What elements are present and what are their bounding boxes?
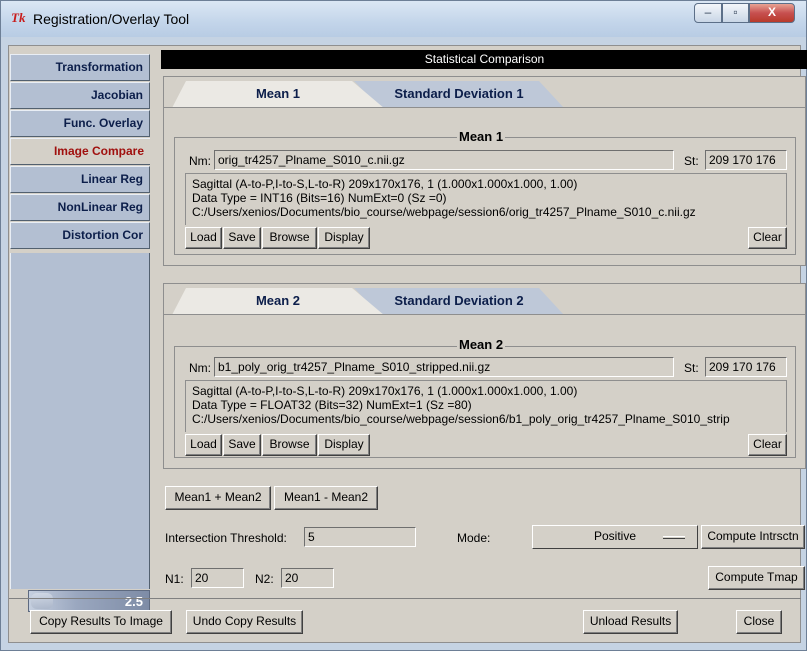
compute-tmap-button[interactable]: Compute Tmap [708,566,805,590]
mean1-load-button[interactable]: Load [185,227,222,249]
name-label: Nm: [189,361,211,375]
close-button[interactable]: Close [736,610,782,634]
info-line: Sagittal (A-to-P,I-to-S,L-to-R) 209x170x… [192,384,578,398]
threshold-label: Intersection Threshold: [165,531,287,545]
unload-results-button[interactable]: Unload Results [583,610,678,634]
tab-mean-2[interactable]: Mean 2 [172,288,384,315]
mean1-st-field[interactable]: 209 170 176 [705,150,787,170]
mode-select[interactable]: Positive [532,525,698,549]
mean2-st-field[interactable]: 209 170 176 [705,357,787,377]
mean2-display-button[interactable]: Display [318,434,370,456]
maximize-button[interactable]: ▫ [722,3,749,23]
n2-label: N2: [255,572,274,586]
mode-value: Positive [593,529,637,543]
info-line: Sagittal (A-to-P,I-to-S,L-to-R) 209x170x… [192,177,578,191]
n1-label: N1: [165,572,184,586]
mean1-tabstrip: Standard Deviation 1 Mean 1 [164,77,805,108]
copy-results-button[interactable]: Copy Results To Image [30,610,172,634]
mean2-save-button[interactable]: Save [223,434,261,456]
sidebar-background [10,253,150,589]
tab-divider [164,314,805,315]
panel-header: Statistical Comparison [161,50,807,69]
close-icon: X [767,5,776,19]
mode-label: Mode: [457,531,491,545]
window-title: Registration/Overlay Tool [33,11,190,27]
threshold-input[interactable]: 5 [304,527,416,547]
name-label: Nm: [189,154,211,168]
slider-handle-icon[interactable] [31,593,53,609]
info-line: Data Type = FLOAT32 (Bits=32) NumExt=1 (… [192,398,472,412]
n1-input[interactable]: 20 [191,568,244,588]
slider-value: 2.5 [124,594,143,609]
option-menu-indicator-icon [663,536,685,539]
maximize-icon: ▫ [733,5,738,19]
mean1-clear-button[interactable]: Clear [748,227,787,249]
mean-sum-button[interactable]: Mean1 + Mean2 [165,486,271,510]
tab-standard-deviation-1[interactable]: Standard Deviation 1 [354,81,564,108]
mean1-info-box: Sagittal (A-to-P,I-to-S,L-to-R) 209x170x… [185,173,787,225]
minimize-icon: – [704,5,712,19]
mean1-group-title: Mean 1 [457,129,506,144]
mean2-browse-button[interactable]: Browse [262,434,317,456]
sidebar-item-linear-reg[interactable]: Linear Reg [10,166,150,193]
st-label: St: [684,154,699,168]
zoom-slider[interactable]: 2.5 [28,590,150,612]
sidebar-item-image-compare[interactable]: Image Compare [10,138,150,165]
sidebar-item-jacobian[interactable]: Jacobian [10,82,150,109]
mean2-clear-button[interactable]: Clear [748,434,787,456]
tab-mean-1[interactable]: Mean 1 [172,81,384,108]
info-line: Data Type = INT16 (Bits=16) NumExt=0 (Sz… [192,191,447,205]
tab-divider [164,107,805,108]
tk-app-icon: Tk [11,10,26,25]
mean2-group-title: Mean 2 [457,337,506,352]
tab-standard-deviation-2[interactable]: Standard Deviation 2 [354,288,564,315]
mean2-name-field[interactable]: b1_poly_orig_tr4257_Plname_S010_stripped… [214,357,674,377]
mean1-save-button[interactable]: Save [223,227,261,249]
undo-copy-button[interactable]: Undo Copy Results [186,610,303,634]
n2-input[interactable]: 20 [281,568,334,588]
close-window-button[interactable]: X [749,3,795,23]
minimize-button[interactable]: – [694,3,722,23]
mean1-name-field[interactable]: orig_tr4257_Plname_S010_c.nii.gz [214,150,674,170]
mean2-tabstrip: Standard Deviation 2 Mean 2 [164,284,805,315]
mean2-load-button[interactable]: Load [185,434,222,456]
title-bar[interactable]: Tk Registration/Overlay Tool – ▫ X [1,1,806,37]
compute-intersection-button[interactable]: Compute Intrsctn [701,525,805,549]
mean2-info-box: Sagittal (A-to-P,I-to-S,L-to-R) 209x170x… [185,380,787,432]
footer-divider [9,598,801,599]
mean1-display-button[interactable]: Display [318,227,370,249]
info-line: C:/Users/xenios/Documents/bio_course/web… [192,205,696,219]
info-line: C:/Users/xenios/Documents/bio_course/web… [192,412,730,426]
sidebar-item-func-overlay[interactable]: Func. Overlay [10,110,150,137]
st-label: St: [684,361,699,375]
mean1-browse-button[interactable]: Browse [262,227,317,249]
sidebar-item-transformation[interactable]: Transformation [10,54,150,81]
app-window: Tk Registration/Overlay Tool – ▫ X Trans… [0,0,807,651]
mean-diff-button[interactable]: Mean1 - Mean2 [274,486,378,510]
sidebar-item-distortion-cor[interactable]: Distortion Cor [10,222,150,249]
sidebar-item-nonlinear-reg[interactable]: NonLinear Reg [10,194,150,221]
mean2-section: Standard Deviation 2 Mean 2 Mean 2 Nm: b… [163,283,806,469]
mean1-section: Standard Deviation 1 Mean 1 Mean 1 Nm: o… [163,76,806,266]
